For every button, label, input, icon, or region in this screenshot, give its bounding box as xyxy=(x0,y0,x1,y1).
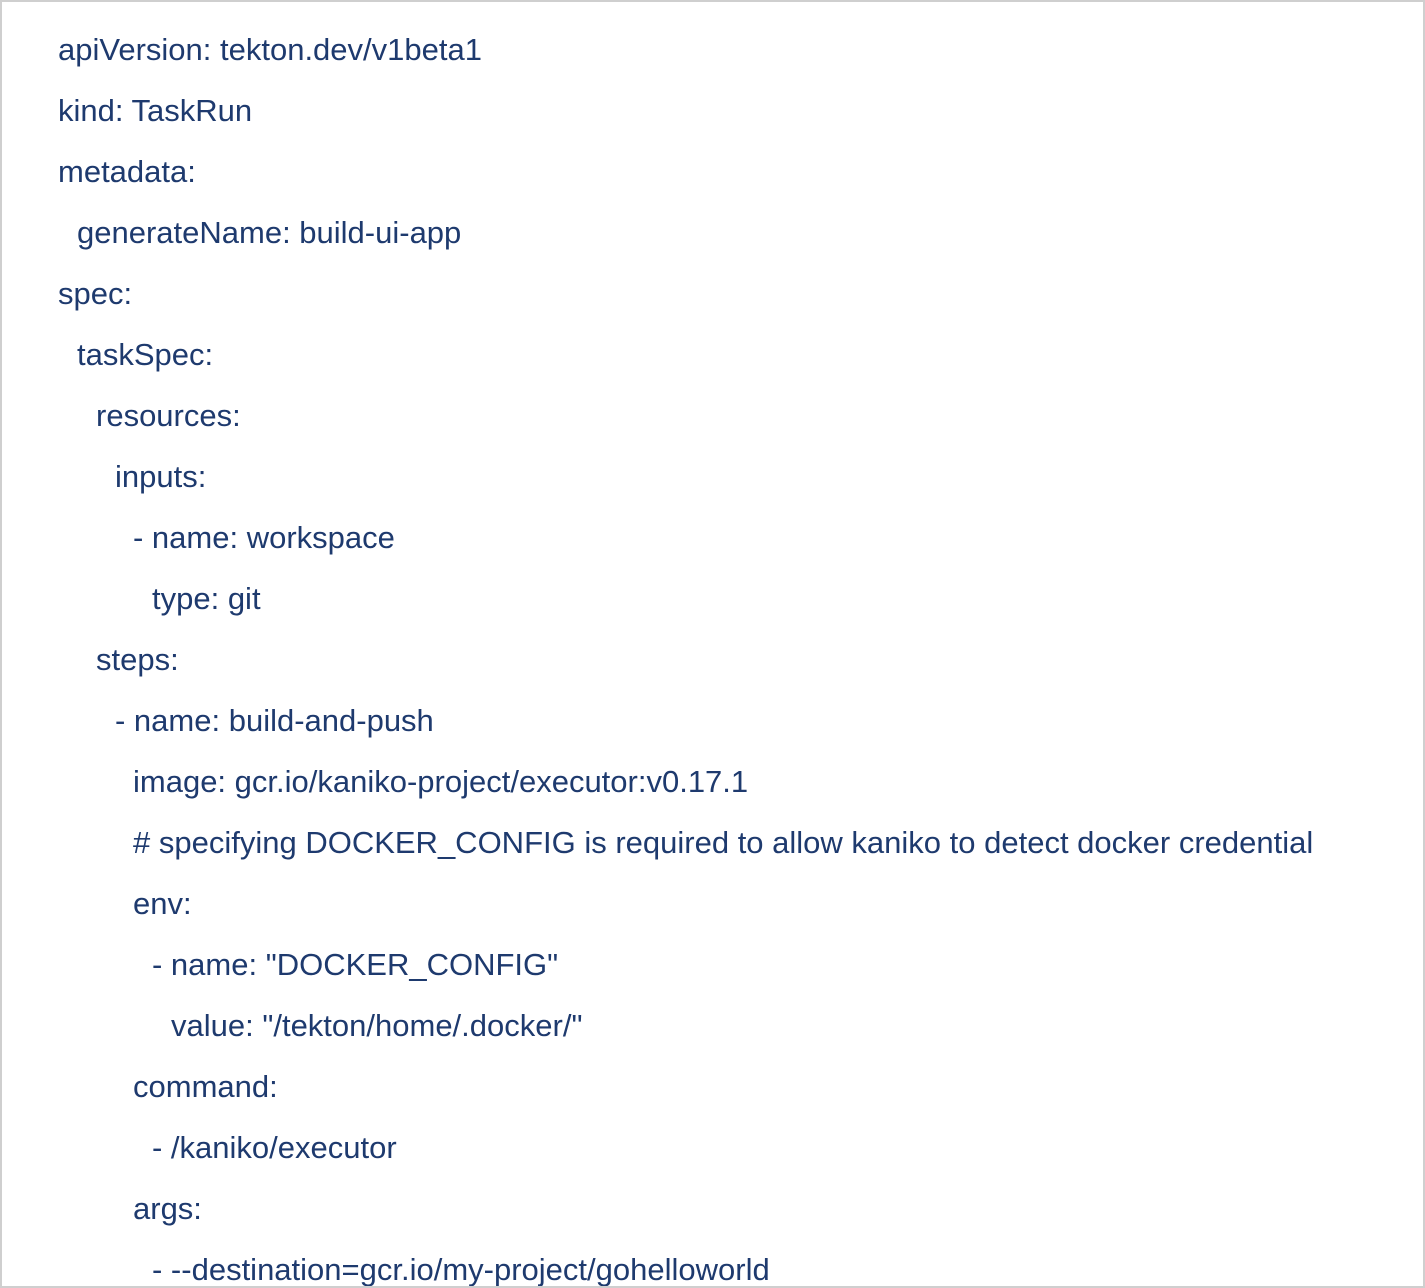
code-line: - name: "DOCKER_CONFIG" xyxy=(152,947,559,982)
code-block: apiVersion: tekton.dev/v1beta1 kind: Tas… xyxy=(0,0,1425,1288)
code-line: args: xyxy=(133,1191,202,1226)
code-line: generateName: build-ui-app xyxy=(77,215,462,250)
code-line: inputs: xyxy=(115,459,207,494)
code-line: spec: xyxy=(58,276,133,311)
code-line: metadata: xyxy=(58,154,196,189)
code-comment-line: # specifying DOCKER_CONFIG is required t… xyxy=(133,825,1314,860)
code-line: type: git xyxy=(152,581,261,616)
code-line: command: xyxy=(133,1069,278,1104)
code-line: steps: xyxy=(96,642,179,677)
code-line: image: gcr.io/kaniko-project/executor:v0… xyxy=(133,764,749,799)
code-line: apiVersion: tekton.dev/v1beta1 xyxy=(58,32,482,67)
code-line: - name: workspace xyxy=(133,520,395,555)
code-line: kind: TaskRun xyxy=(58,93,253,128)
code-line: value: "/tekton/home/.docker/" xyxy=(171,1008,583,1043)
code-line: env: xyxy=(133,886,192,921)
code-line: - /kaniko/executor xyxy=(152,1130,397,1165)
code-line: - name: build-and-push xyxy=(115,703,434,738)
code-line: resources: xyxy=(96,398,241,433)
yaml-code: apiVersion: tekton.dev/v1beta1 kind: Tas… xyxy=(2,19,1423,1287)
code-line: - --destination=gcr.io/my-project/gohell… xyxy=(152,1252,770,1287)
code-line: taskSpec: xyxy=(77,337,214,372)
